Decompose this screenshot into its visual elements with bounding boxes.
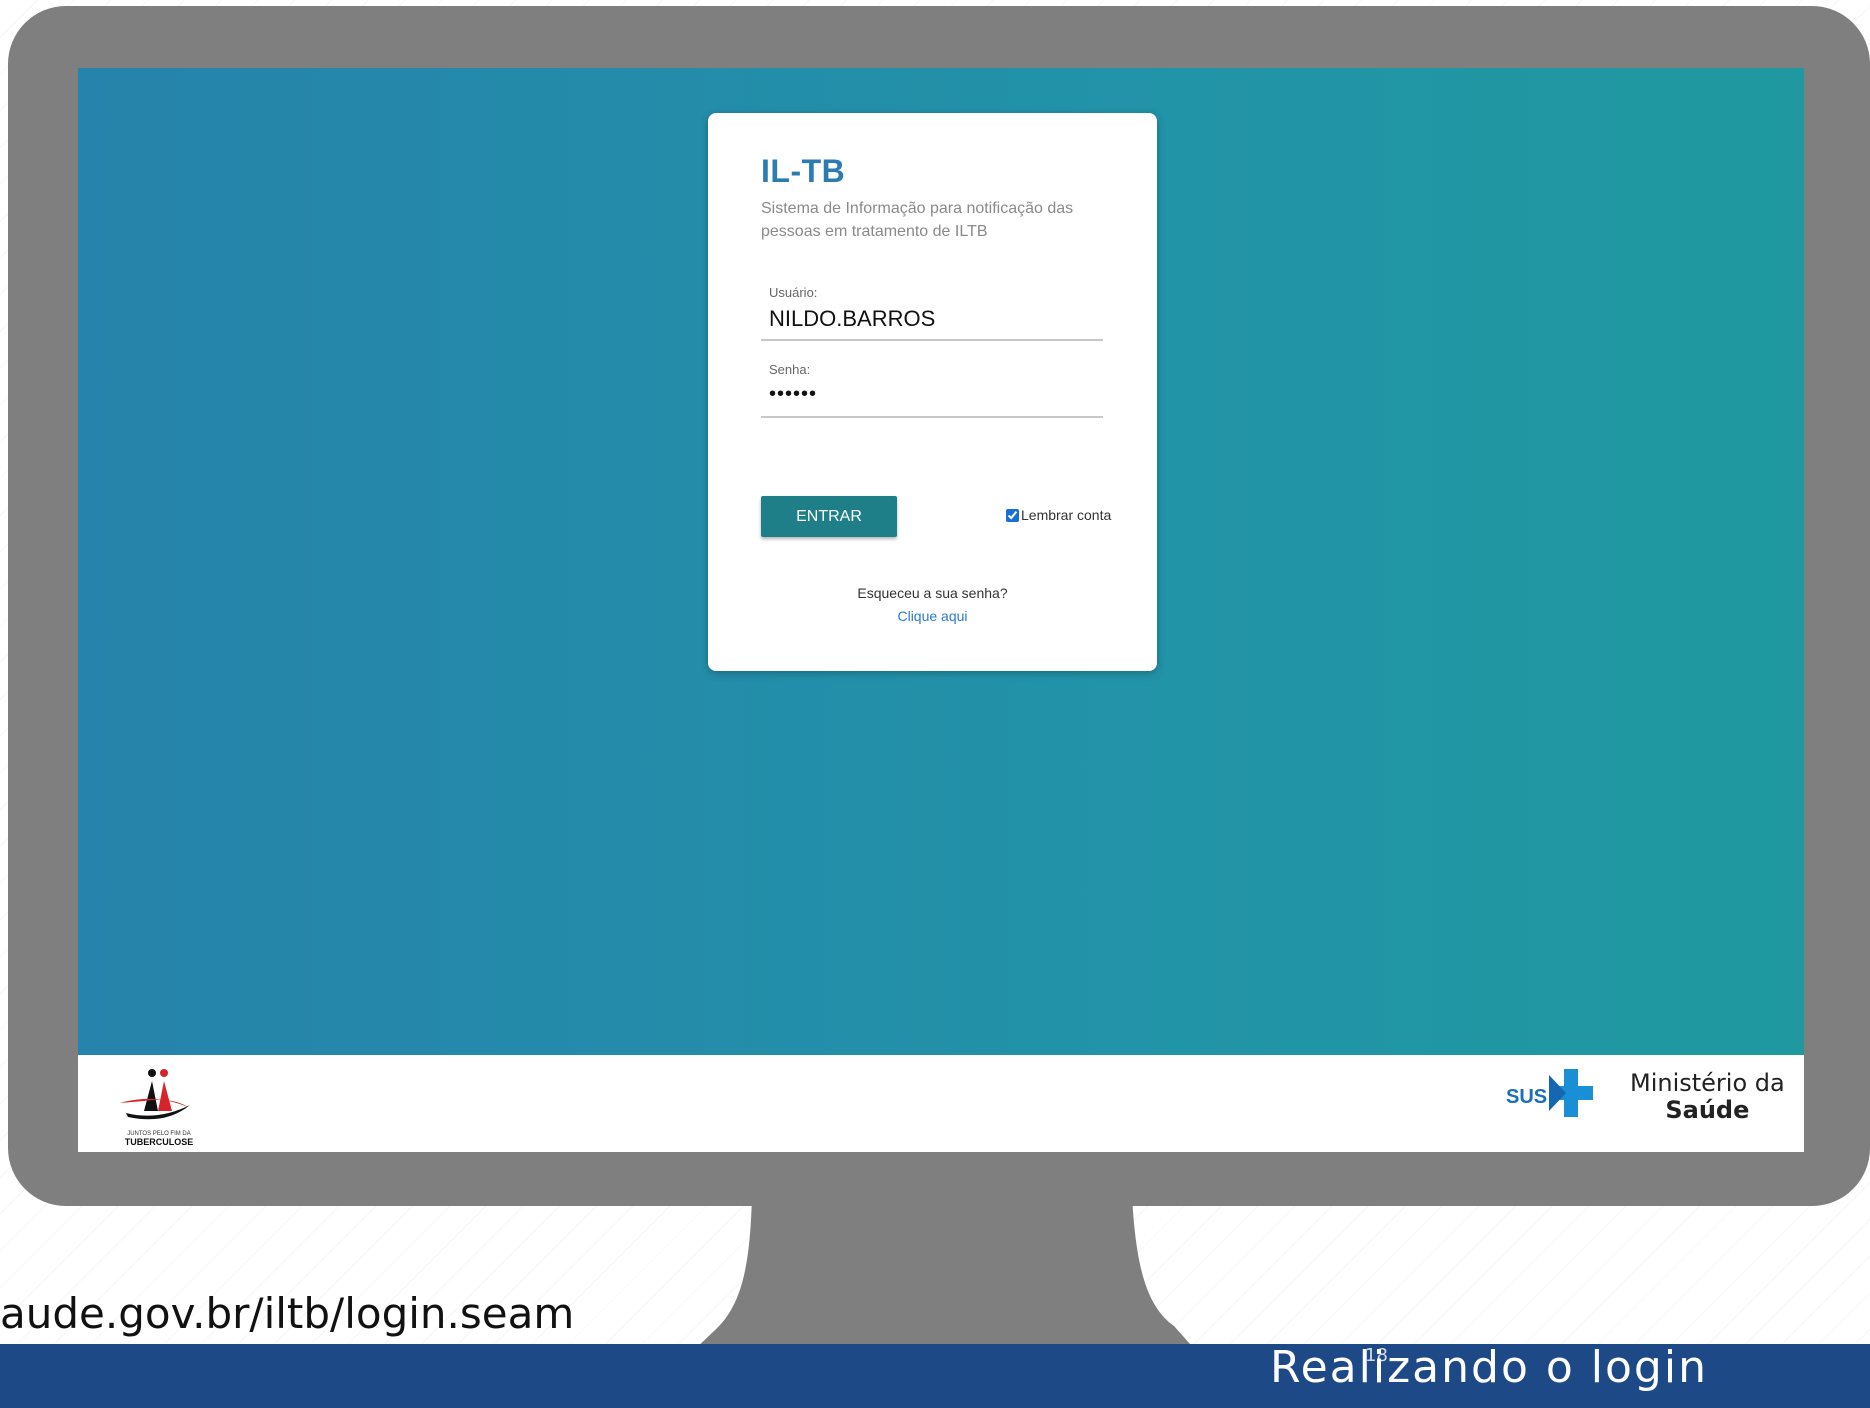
- username-underline: [761, 339, 1103, 341]
- page-footer: JUNTOS PELO FIM DA TUBERCULOSE SUS Minis…: [78, 1055, 1804, 1152]
- username-label: Usuário:: [769, 285, 818, 300]
- login-card: IL-TB Sistema de Informação para notific…: [708, 113, 1157, 671]
- slide-title: Realizando o login: [1270, 1342, 1708, 1393]
- app-title: IL-TB: [761, 153, 846, 189]
- username-input[interactable]: NILDO.BARROS: [769, 306, 935, 332]
- password-underline: [761, 416, 1103, 418]
- browser-screen: IL-TB Sistema de Informação para notific…: [78, 68, 1804, 1152]
- forgot-password-text: Esqueceu a sua senha?: [857, 585, 1008, 601]
- enter-button[interactable]: ENTRAR: [761, 496, 897, 537]
- password-input[interactable]: ••••••: [769, 383, 817, 406]
- forgot-password-link[interactable]: Clique aqui: [708, 608, 1157, 624]
- tuberculosis-campaign-logo-icon: JUNTOS PELO FIM DA TUBERCULOSE: [120, 1069, 194, 1147]
- svg-text:TUBERCULOSE: TUBERCULOSE: [125, 1137, 194, 1147]
- ministerio-da-saude-logo: Ministério da Saúde: [1630, 1069, 1785, 1123]
- password-label: Senha:: [769, 362, 811, 377]
- ministerio-line1: Ministério da: [1630, 1069, 1785, 1097]
- monitor-frame: IL-TB Sistema de Informação para notific…: [8, 6, 1870, 1206]
- svg-text:SUS: SUS: [1506, 1086, 1547, 1108]
- remember-account[interactable]: Lembrar conta: [1006, 507, 1111, 523]
- remember-checkbox[interactable]: [1006, 508, 1019, 522]
- url-caption: aude.gov.br/iltb/login.seam: [0, 1289, 575, 1338]
- sus-logo-icon: SUS: [1506, 1069, 1593, 1117]
- app-subtitle: Sistema de Informação para notificação d…: [761, 200, 1074, 240]
- ministerio-line2: Saúde: [1665, 1096, 1750, 1124]
- remember-label: Lembrar conta: [1021, 507, 1112, 523]
